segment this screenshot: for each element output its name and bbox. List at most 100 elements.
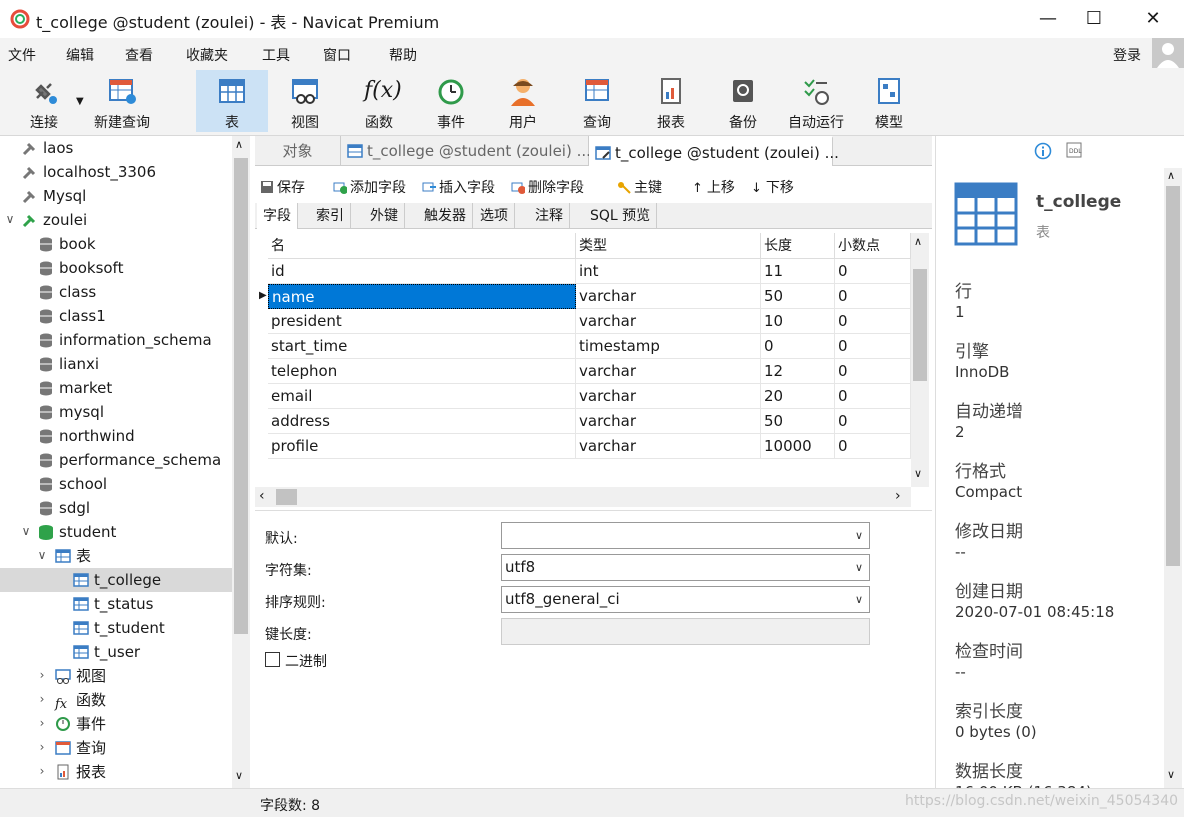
grid-cell[interactable]: email	[268, 384, 576, 409]
grid-cell[interactable]: 12	[761, 359, 835, 384]
report-toolbar-button[interactable]: 报表	[636, 70, 706, 132]
table-row[interactable]: profile varchar 10000 0	[268, 434, 911, 459]
menu-help[interactable]: 帮助	[389, 45, 417, 65]
table-row[interactable]: email varchar 20 0	[268, 384, 911, 409]
backup-toolbar-button[interactable]: 备份	[708, 70, 778, 132]
tree-table-t-status[interactable]: t_status	[73, 592, 153, 616]
grid-cell[interactable]: varchar	[576, 309, 761, 334]
move-up-button[interactable]: ↑ 上移	[692, 177, 735, 197]
info-scroll-thumb[interactable]	[1166, 186, 1180, 566]
grid-cell[interactable]: 0	[835, 334, 911, 359]
grid-cell[interactable]: int	[576, 259, 761, 284]
tree-functions-group[interactable]: fx 函数	[55, 688, 106, 712]
tree-connection-zoulei[interactable]: zoulei	[22, 208, 87, 232]
binary-checkbox[interactable]	[265, 652, 280, 667]
model-toolbar-button[interactable]: 模型	[854, 70, 924, 132]
menu-favorites[interactable]: 收藏夹	[186, 45, 228, 65]
chevron-down-icon[interactable]: ∨	[20, 524, 32, 538]
grid-cell[interactable]: 50	[761, 409, 835, 434]
tree-db-item[interactable]: performance_schema	[38, 448, 221, 472]
column-header-name[interactable]: 名	[268, 233, 576, 259]
tree-table-t-college[interactable]: t_college	[0, 568, 232, 592]
login-link[interactable]: 登录	[1113, 45, 1141, 65]
tree-db-item[interactable]: booksoft	[38, 256, 123, 280]
grid-cell[interactable]: 0	[835, 359, 911, 384]
grid-cell[interactable]: varchar	[576, 284, 761, 309]
close-button[interactable]: ✕	[1130, 4, 1176, 34]
grid-cell[interactable]: president	[268, 309, 576, 334]
tab-fields[interactable]: 字段	[257, 203, 298, 229]
save-button[interactable]: 保存	[260, 177, 305, 197]
tree-events-group[interactable]: 事件	[55, 712, 106, 736]
tree-db-student[interactable]: student	[38, 520, 116, 544]
menu-window[interactable]: 窗口	[323, 45, 351, 65]
grid-cell[interactable]: start_time	[268, 334, 576, 359]
tree-db-item[interactable]: information_schema	[38, 328, 212, 352]
user-toolbar-button[interactable]: 用户	[488, 70, 558, 132]
grid-cell[interactable]: 10	[761, 309, 835, 334]
grid-cell[interactable]: telephon	[268, 359, 576, 384]
tree-db-item[interactable]: sdgl	[38, 496, 90, 520]
tree-db-item[interactable]: school	[38, 472, 107, 496]
tree-db-item[interactable]: book	[38, 232, 96, 256]
tree-db-item[interactable]: class1	[38, 304, 106, 328]
tree-reports-group[interactable]: 报表	[55, 760, 106, 784]
tree-queries-group[interactable]: 查询	[55, 736, 106, 760]
chevron-right-icon[interactable]: ›	[36, 668, 48, 682]
chevron-right-icon[interactable]: ›	[36, 740, 48, 754]
table-row[interactable]: start_time timestamp 0 0	[268, 334, 911, 359]
chevron-down-icon[interactable]: ∨	[855, 587, 863, 612]
grid-cell[interactable]: 0	[835, 284, 911, 309]
tree-scrollbar[interactable]: ∧ ∨	[232, 136, 250, 788]
grid-cell[interactable]: 0	[835, 434, 911, 459]
menu-view[interactable]: 查看	[125, 45, 153, 65]
grid-horizontal-scrollbar[interactable]: ‹ ›	[255, 487, 911, 507]
scroll-right-icon[interactable]: ›	[895, 488, 901, 504]
schedule-toolbar-button[interactable]: 自动运行	[780, 70, 852, 132]
grid-cell[interactable]: 11	[761, 259, 835, 284]
grid-cell[interactable]: address	[268, 409, 576, 434]
tree-table-t-student[interactable]: t_student	[73, 616, 165, 640]
default-combobox[interactable]: ∨	[501, 522, 870, 549]
tree-db-item[interactable]: mysql	[38, 400, 104, 424]
grid-cell[interactable]: 0	[835, 409, 911, 434]
delete-field-button[interactable]: 删除字段	[511, 177, 584, 197]
table-row[interactable]: telephon varchar 12 0	[268, 359, 911, 384]
chevron-down-icon[interactable]: ∨	[36, 548, 48, 562]
tree-scroll-thumb[interactable]	[234, 158, 248, 634]
scroll-up-icon[interactable]: ∧	[914, 235, 922, 248]
table-toolbar-button[interactable]: 表	[196, 70, 268, 132]
table-row[interactable]: id int 11 0	[268, 259, 911, 284]
grid-cell[interactable]: 10000	[761, 434, 835, 459]
chevron-right-icon[interactable]: ›	[36, 692, 48, 706]
grid-hscroll-thumb[interactable]	[276, 489, 297, 505]
menu-tools[interactable]: 工具	[262, 45, 290, 65]
grid-cell[interactable]: id	[268, 259, 576, 284]
chevron-down-icon[interactable]: ∨	[4, 212, 16, 226]
grid-cell[interactable]: varchar	[576, 434, 761, 459]
new-query-button[interactable]: 新建查询	[88, 70, 156, 132]
primary-key-button[interactable]: 主键	[617, 177, 662, 197]
tab-foreign-keys[interactable]: 外键	[364, 203, 405, 229]
scroll-up-icon[interactable]: ∧	[235, 138, 243, 151]
table-row[interactable]: name varchar 50 0	[268, 284, 911, 309]
grid-cell[interactable]: 0	[835, 259, 911, 284]
tab-sql-preview[interactable]: SQL 预览	[584, 203, 658, 229]
maximize-button[interactable]: ☐	[1071, 4, 1117, 34]
column-header-decimals[interactable]: 小数点	[835, 233, 911, 259]
collation-select[interactable]: utf8_general_ci ∨	[501, 586, 870, 613]
info-scrollbar[interactable]: ∧ ∨	[1164, 168, 1182, 788]
scroll-down-icon[interactable]: ∨	[914, 467, 922, 480]
tree-table-t-user[interactable]: t_user	[73, 640, 140, 664]
avatar[interactable]	[1152, 38, 1184, 68]
column-header-length[interactable]: 长度	[761, 233, 835, 259]
tree-db-item[interactable]: class	[38, 280, 96, 304]
grid-cell[interactable]: 0	[835, 309, 911, 334]
tree-db-item[interactable]: northwind	[38, 424, 135, 448]
scroll-down-icon[interactable]: ∨	[235, 769, 243, 782]
tab-objects[interactable]: 对象	[255, 136, 341, 166]
tree-db-item[interactable]: market	[38, 376, 112, 400]
grid-cell[interactable]: 0	[835, 384, 911, 409]
tree-views-group[interactable]: 视图	[55, 664, 106, 688]
chevron-down-icon[interactable]: ∨	[855, 555, 863, 580]
